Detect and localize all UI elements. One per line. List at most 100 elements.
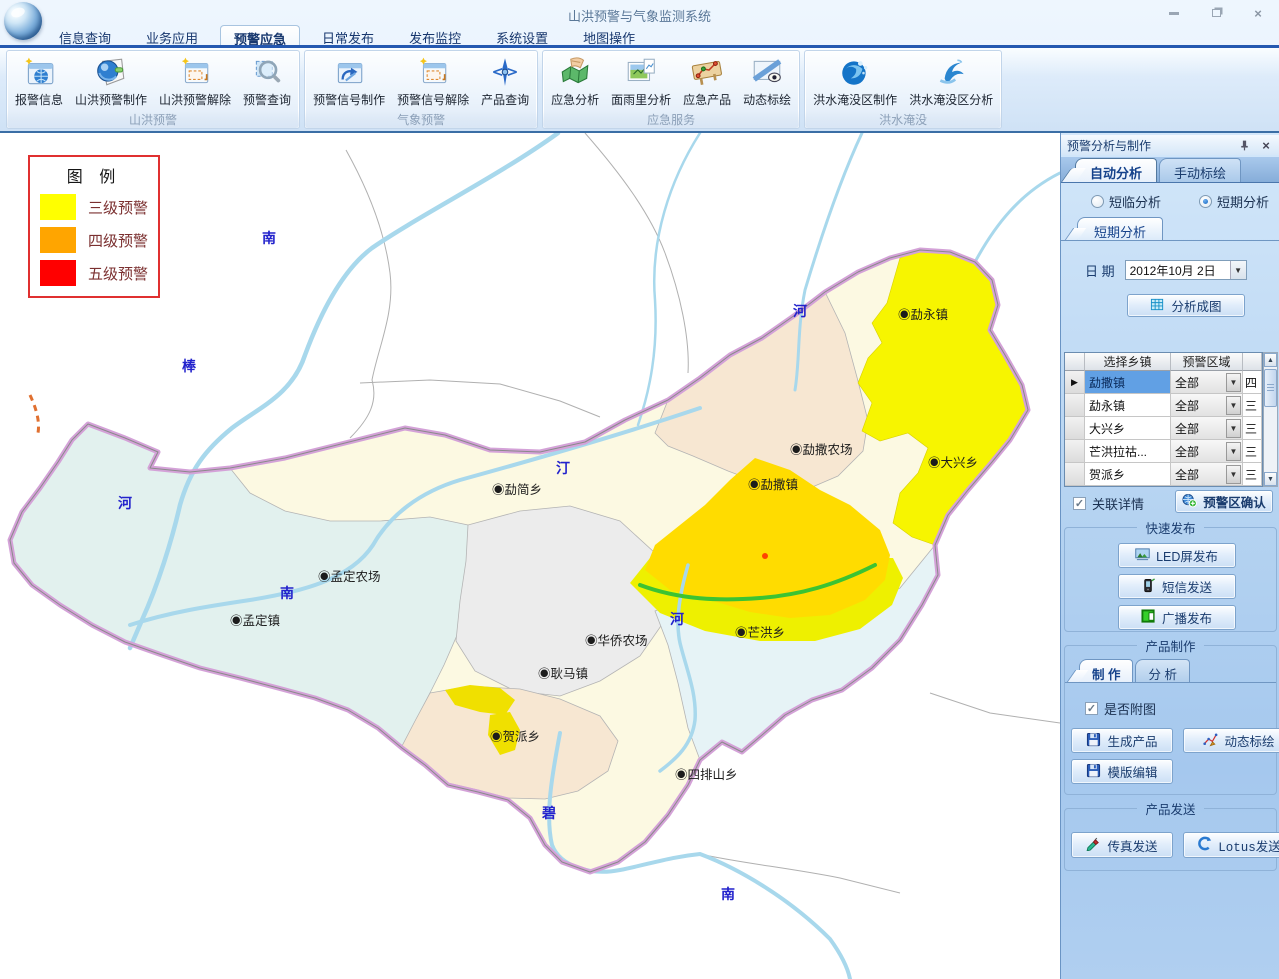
scroll-down-icon[interactable]: ▼ xyxy=(1264,472,1277,486)
ribbon-group-items: 应急分析面雨里分析应急产品动态标绘 xyxy=(543,51,799,111)
confirm-warning-zone-button[interactable]: 预警区确认 xyxy=(1175,490,1273,513)
lotus-send-label: Lotus发送 xyxy=(1218,836,1279,855)
cell-region-dropdown[interactable]: 全部▼ xyxy=(1171,394,1243,417)
row-marker xyxy=(1065,417,1085,440)
river-label: 汀 xyxy=(556,460,570,476)
map-area[interactable]: ◉勐永镇◉大兴乡◉勐撒农场◉勐撒镇◉勐简乡◉孟定农场◉孟定镇◉华侨农场◉耿马镇◉… xyxy=(0,133,1060,979)
fax-icon xyxy=(1086,836,1101,854)
ribbon-group: 报警信息山洪预警制作山洪预警解除预警查询山洪预警 xyxy=(6,50,300,129)
ribbon-group-caption: 气象预警 xyxy=(305,111,537,128)
table-row[interactable]: 勐永镇全部▼三 xyxy=(1065,394,1262,417)
ribbon-button[interactable]: 面雨里分析 xyxy=(605,53,677,108)
scroll-up-icon[interactable]: ▲ xyxy=(1264,353,1277,367)
chevron-down-icon[interactable]: ▼ xyxy=(1226,442,1241,461)
wave-icon xyxy=(934,55,968,89)
template-edit-button[interactable]: 模版编辑 xyxy=(1071,759,1173,784)
minimize-button[interactable] xyxy=(1161,4,1187,22)
cell-town[interactable]: 芒洪拉祜... xyxy=(1085,440,1171,463)
town-selection-table[interactable]: 选择乡镇 预警区域 ▶勐撒镇全部▼四勐永镇全部▼三大兴乡全部▼三芒洪拉祜...全… xyxy=(1064,352,1263,487)
fax-send-button[interactable]: 传真发送 xyxy=(1071,832,1173,858)
cell-town[interactable]: 勐永镇 xyxy=(1085,394,1171,417)
title-bar: 山洪预警与气象监测系统 × xyxy=(0,0,1279,28)
cell-town[interactable]: 勐撒镇 xyxy=(1085,371,1171,394)
analysis-mode-radios: 短临分析 短期分析 xyxy=(1061,192,1279,211)
table-row[interactable]: 芒洪拉祜...全部▼三 xyxy=(1065,440,1262,463)
region-value: 全部 xyxy=(1171,443,1226,460)
product-send-buttons: 传真发送 Lotus发送 xyxy=(1065,818,1276,866)
scrollbar-thumb[interactable] xyxy=(1264,369,1277,407)
close-button[interactable]: × xyxy=(1245,4,1271,22)
generate-product-button[interactable]: 生成产品 xyxy=(1071,728,1173,753)
date-row: 日 期 2012年10月 2日 ▼ xyxy=(1061,260,1279,280)
panel-header: 预警分析与制作 × xyxy=(1061,135,1279,155)
column-header-region[interactable]: 预警区域 xyxy=(1171,353,1243,371)
legend-item: 三级预警 xyxy=(40,194,148,220)
ribbon-button[interactable]: 山洪预警制作 xyxy=(69,53,153,108)
cell-town[interactable]: 大兴乡 xyxy=(1085,417,1171,440)
town-label: ◉华侨农场 xyxy=(585,633,648,648)
product-make-tab-2[interactable]: 分 析 xyxy=(1135,659,1189,682)
chevron-down-icon[interactable]: ▼ xyxy=(1226,465,1241,484)
quick-publish-button-3[interactable]: 广播发布 xyxy=(1118,605,1236,630)
ribbon-button[interactable]: 预警查询 xyxy=(237,53,297,108)
ribbon-button[interactable]: 山洪预警解除 xyxy=(153,53,237,108)
table-scrollbar[interactable]: ▲ ▼ xyxy=(1263,352,1278,487)
attach-image-checkbox[interactable]: ✓ 是否附图 xyxy=(1085,699,1276,718)
date-dropdown[interactable]: 2012年10月 2日 ▼ xyxy=(1125,260,1247,280)
maximize-button[interactable] xyxy=(1203,4,1229,22)
ribbon-button[interactable]: 应急产品 xyxy=(677,53,737,108)
ribbon-button[interactable]: 报警信息 xyxy=(9,53,69,108)
radio-1[interactable]: 短临分析 xyxy=(1091,192,1161,211)
river-label: 碧 xyxy=(541,805,556,821)
save-icon xyxy=(1086,732,1101,750)
town-label: ◉勐永镇 xyxy=(898,308,948,322)
dynamic-plot-button[interactable]: 动态标绘 xyxy=(1183,728,1279,753)
radio-icon xyxy=(1199,195,1212,208)
table-row[interactable]: 大兴乡全部▼三 xyxy=(1065,417,1262,440)
ribbon-button[interactable]: 洪水淹没区分析 xyxy=(903,53,999,108)
cell-town[interactable]: 贺派乡 xyxy=(1085,463,1171,486)
column-header-town[interactable]: 选择乡镇 xyxy=(1085,353,1171,371)
cell-region-dropdown[interactable]: 全部▼ xyxy=(1171,463,1243,486)
table-row[interactable]: ▶勐撒镇全部▼四 xyxy=(1065,371,1262,394)
ribbon-button[interactable]: 洪水淹没区制作 xyxy=(807,53,903,108)
chevron-down-icon[interactable]: ▼ xyxy=(1226,396,1241,415)
radio-2[interactable]: 短期分析 xyxy=(1199,192,1269,211)
ribbon-button[interactable]: 预警信号解除 xyxy=(391,53,475,108)
signboard-icon xyxy=(690,55,724,89)
quick-publish-button-1[interactable]: LED屏发布 xyxy=(1118,543,1236,568)
ribbon-button[interactable]: 动态标绘 xyxy=(737,53,797,108)
ribbon-button[interactable]: 预警信号制作 xyxy=(307,53,391,108)
legend-title: 图 例 xyxy=(40,163,148,187)
town-label: ◉耿马镇 xyxy=(538,667,588,681)
product-make-group: 产品制作 制 作分 析 ✓ 是否附图 生成产品 动态标绘 模版编辑 xyxy=(1064,636,1277,795)
cell-region-dropdown[interactable]: 全部▼ xyxy=(1171,417,1243,440)
cell-region-dropdown[interactable]: 全部▼ xyxy=(1171,371,1243,394)
pin-icon[interactable] xyxy=(1236,137,1252,153)
radio-label: 短期分析 xyxy=(1217,192,1269,211)
legend-item: 五级预警 xyxy=(40,260,148,286)
panel-close-icon[interactable]: × xyxy=(1258,137,1274,153)
chevron-down-icon[interactable]: ▼ xyxy=(1226,373,1241,392)
analyze-map-button[interactable]: 分析成图 xyxy=(1127,294,1245,317)
panel-tab-1[interactable]: 自动分析 xyxy=(1075,158,1157,182)
ribbon-button[interactable]: 产品查询 xyxy=(475,53,535,108)
cell-region-dropdown[interactable]: 全部▼ xyxy=(1171,440,1243,463)
compass-icon xyxy=(488,55,522,89)
lotus-send-button[interactable]: Lotus发送 xyxy=(1183,832,1279,858)
ribbon-button[interactable]: 应急分析 xyxy=(545,53,605,108)
quick-publish-button-2[interactable]: 短信发送 xyxy=(1118,574,1236,599)
link-detail-checkbox[interactable]: ✓ 关联详情 xyxy=(1073,494,1144,513)
sphere-icon xyxy=(94,55,128,89)
chevron-down-icon[interactable]: ▼ xyxy=(1226,419,1241,438)
product-make-tab-1[interactable]: 制 作 xyxy=(1079,659,1133,682)
tab-short-term-analysis[interactable]: 短期分析 xyxy=(1077,217,1163,240)
subtab-divider xyxy=(1061,240,1279,241)
chevron-down-icon[interactable]: ▼ xyxy=(1230,261,1246,279)
panel-tab-2[interactable]: 手动标绘 xyxy=(1159,158,1241,182)
generate-product-label: 生成产品 xyxy=(1107,731,1157,750)
ribbon-button-label: 山洪预警解除 xyxy=(159,91,231,108)
checkbox-icon: ✓ xyxy=(1073,497,1086,510)
ribbon-button-label: 面雨里分析 xyxy=(611,91,671,108)
table-row[interactable]: 贺派乡全部▼三 xyxy=(1065,463,1262,486)
